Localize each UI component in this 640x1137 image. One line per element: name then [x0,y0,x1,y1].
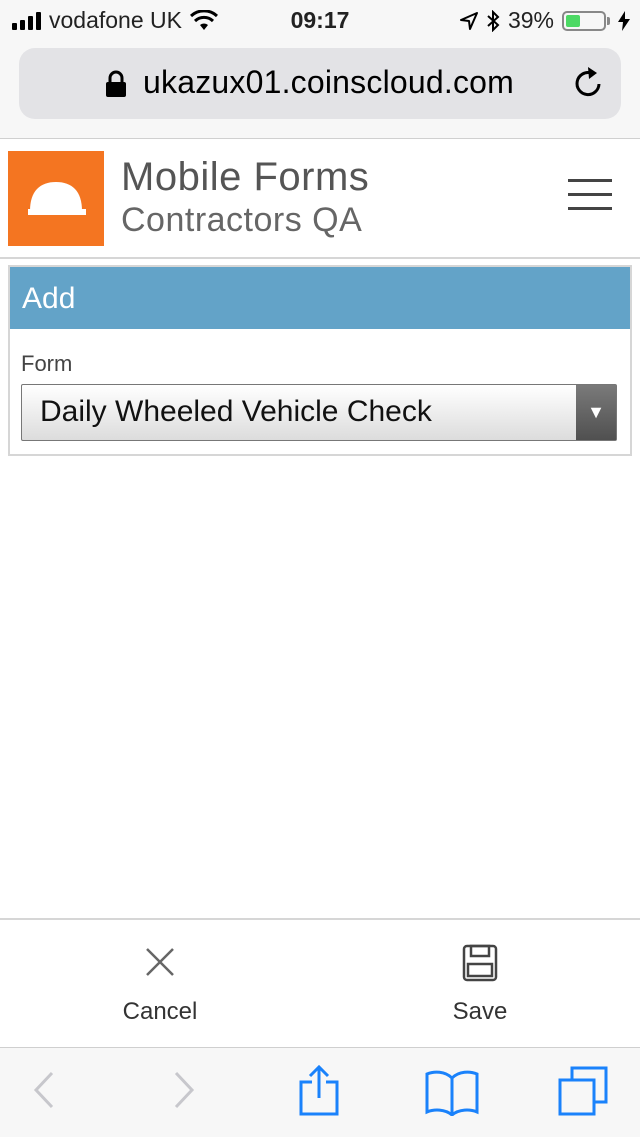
app-subtitle: Contractors QA [121,201,363,239]
browser-toolbar [0,1047,640,1137]
action-bar: Cancel Save [0,918,640,1048]
charging-icon [618,10,630,31]
save-label: Save [452,998,508,1025]
lock-icon [106,70,126,97]
save-icon [462,944,498,982]
app-header: Mobile Forms Contractors QA [0,139,640,259]
add-panel: Add Form Daily Wheeled Vehicle Check ▼ [8,265,632,456]
panel-heading: Add [10,267,630,329]
dropdown-arrow-icon[interactable]: ▼ [576,385,616,440]
app-logo[interactable] [8,151,104,246]
status-right: 39% [459,7,630,34]
hard-hat-icon [28,182,86,215]
browser-address-area: ukazux01.coinscloud.com [0,40,640,139]
form-select[interactable]: Daily Wheeled Vehicle Check ▼ [21,384,617,441]
hamburger-menu-icon[interactable] [568,179,612,213]
back-icon[interactable] [32,1070,56,1110]
status-bar: vodafone UK 09:17 39% [0,0,640,40]
location-icon [459,11,478,30]
battery-percent: 39% [507,7,554,33]
save-button[interactable]: Save [320,920,640,1048]
app-title: Mobile Forms [121,155,370,199]
battery-icon [562,10,606,31]
close-icon [146,948,174,976]
form-select-value: Daily Wheeled Vehicle Check [40,395,432,428]
share-icon[interactable] [298,1064,340,1116]
address-bar[interactable]: ukazux01.coinscloud.com [19,48,621,119]
cancel-label: Cancel [122,998,198,1025]
cancel-button[interactable]: Cancel [0,920,320,1048]
bluetooth-icon [487,9,500,32]
forward-icon[interactable] [172,1070,196,1110]
tabs-icon[interactable] [558,1066,608,1116]
form-label: Form [21,351,73,376]
url-text: ukazux01.coinscloud.com [143,64,515,100]
reload-icon[interactable] [573,66,605,100]
bookmarks-icon[interactable] [425,1068,479,1116]
